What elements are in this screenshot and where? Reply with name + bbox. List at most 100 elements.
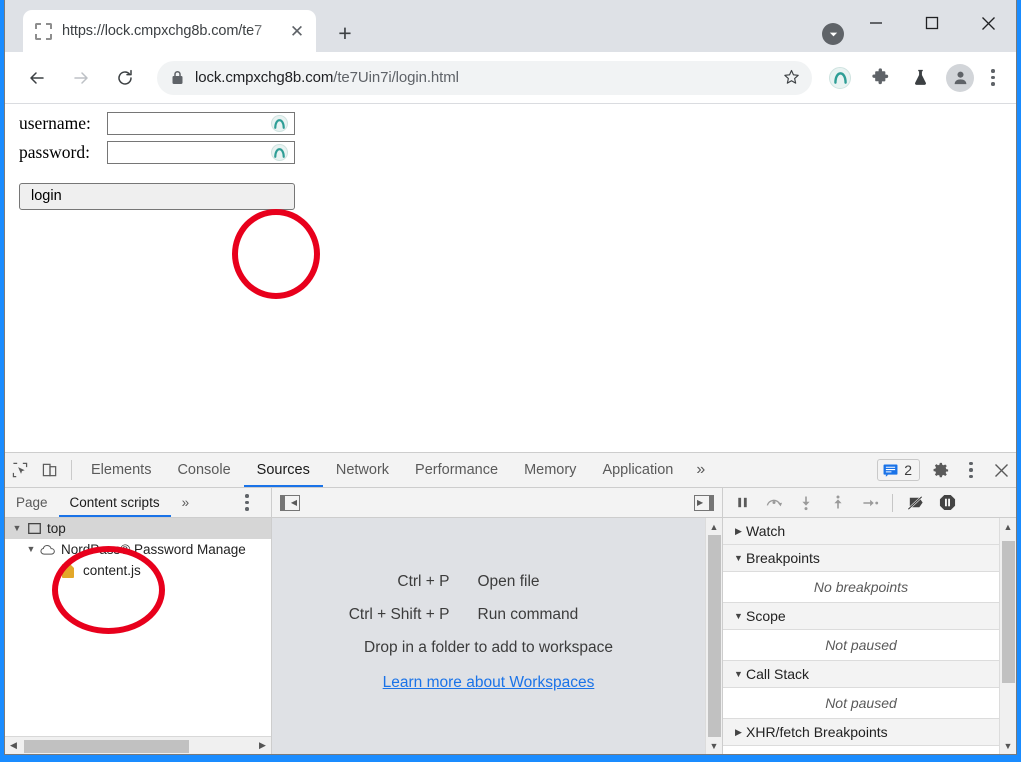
navigator-more-icon[interactable] xyxy=(223,488,271,517)
tree-item-top[interactable]: ▼ top xyxy=(5,518,271,539)
file-icon xyxy=(59,563,77,578)
tab-elements[interactable]: Elements xyxy=(78,453,164,487)
editor-vertical-scrollbar[interactable]: ▲ ▼ xyxy=(705,518,722,754)
forward-button[interactable] xyxy=(64,61,98,95)
section-scope[interactable]: ▼ Scope xyxy=(723,603,999,630)
section-call-stack[interactable]: ▼ Call Stack xyxy=(723,661,999,688)
new-tab-button[interactable]: + xyxy=(330,18,360,48)
editor-empty-state: Ctrl + P Open file Ctrl + Shift + P Run … xyxy=(272,518,722,754)
scroll-down-arrow-icon[interactable]: ▼ xyxy=(706,737,723,754)
scroll-up-arrow-icon[interactable]: ▲ xyxy=(1000,518,1017,535)
tab-search-chevron-down-icon[interactable] xyxy=(822,23,844,45)
step-out-button[interactable] xyxy=(823,490,853,516)
step-button[interactable] xyxy=(855,490,885,516)
collapse-triangle-icon[interactable]: ▼ xyxy=(731,553,746,563)
step-over-button[interactable] xyxy=(759,490,789,516)
collapse-triangle-icon[interactable]: ▶ xyxy=(731,526,746,536)
expand-triangle-icon[interactable]: ▶ xyxy=(731,727,746,737)
maximize-button[interactable] xyxy=(904,0,960,46)
section-watch[interactable]: ▶ Watch xyxy=(723,518,999,545)
shortcut-keys: Ctrl + Shift + P xyxy=(348,606,450,623)
scrollbar-track[interactable] xyxy=(706,535,723,737)
nordpass-autofill-icon[interactable] xyxy=(271,115,288,132)
page-viewport: username: password: login xyxy=(5,104,1016,452)
extensions-puzzle-icon[interactable] xyxy=(864,62,896,94)
debugger-sections: ▶ Watch ▼ Breakpoints No breakpoints ▼ S… xyxy=(723,518,1016,754)
devtools-more-icon[interactable] xyxy=(956,453,986,487)
minimize-button[interactable] xyxy=(848,0,904,46)
section-breakpoints[interactable]: ▼ Breakpoints xyxy=(723,545,999,572)
reload-button[interactable] xyxy=(108,61,142,95)
scrollbar-track[interactable] xyxy=(1000,535,1017,737)
section-title: Watch xyxy=(746,523,786,539)
inspect-element-icon[interactable] xyxy=(5,453,35,487)
experiments-flask-icon[interactable] xyxy=(904,62,936,94)
login-form: username: password: login xyxy=(19,112,295,210)
editor-toolbar: ◀ ▶ xyxy=(272,488,722,518)
scroll-left-arrow-icon[interactable]: ◀ xyxy=(5,740,22,751)
address-bar[interactable]: lock.cmpxchg8b.com/te7Uin7i/login.html xyxy=(157,60,812,95)
scroll-up-arrow-icon[interactable]: ▲ xyxy=(706,518,723,535)
username-input[interactable] xyxy=(107,112,295,135)
browser-tab[interactable]: https://lock.cmpxchg8b.com/te7 ✕ xyxy=(23,10,316,52)
pause-on-exceptions-button[interactable] xyxy=(932,490,962,516)
navigator-horizontal-scrollbar[interactable]: ◀ ▶ xyxy=(5,736,271,754)
password-row: password: xyxy=(19,141,295,164)
navigator-tab-page[interactable]: Page xyxy=(5,488,59,517)
tab-close-icon[interactable]: ✕ xyxy=(286,20,308,42)
section-xhr-fetch-breakpoints[interactable]: ▶ XHR/fetch Breakpoints xyxy=(723,719,999,746)
scrollbar-thumb[interactable] xyxy=(707,535,721,737)
devtools-close-icon[interactable] xyxy=(986,453,1016,487)
device-toolbar-icon[interactable] xyxy=(35,453,65,487)
back-button[interactable] xyxy=(20,61,54,95)
navigator-more-dots xyxy=(234,487,260,519)
expand-triangle-icon[interactable]: ▼ xyxy=(9,524,25,533)
url-path: /te7Uin7i/login.html xyxy=(333,69,459,86)
navigator-tab-content-scripts[interactable]: Content scripts xyxy=(58,488,171,517)
scrollbar-track[interactable] xyxy=(22,739,254,753)
scrollbar-thumb[interactable] xyxy=(1001,541,1015,683)
devtools-tabs-overflow-icon[interactable]: » xyxy=(686,453,715,487)
tree-item-contentjs[interactable]: content.js xyxy=(5,560,271,581)
tab-title: https://lock.cmpxchg8b.com/te7 xyxy=(62,23,263,39)
console-message-badge[interactable]: 2 xyxy=(877,459,920,481)
expand-triangle-icon[interactable]: ▼ xyxy=(23,545,39,554)
scroll-right-arrow-icon[interactable]: ▶ xyxy=(254,740,271,751)
show-navigator-toggle[interactable]: ◀ xyxy=(280,494,300,511)
settings-gear-icon[interactable] xyxy=(926,453,956,487)
scrollbar-thumb[interactable] xyxy=(24,739,189,753)
deactivate-breakpoints-button[interactable] xyxy=(900,490,930,516)
show-debugger-toggle[interactable]: ▶ xyxy=(694,494,714,511)
tab-console[interactable]: Console xyxy=(164,453,243,487)
site-security-lock-icon xyxy=(171,70,184,85)
breakpoints-empty-message: No breakpoints xyxy=(723,572,999,603)
close-button[interactable] xyxy=(960,0,1016,46)
workspaces-learn-more-link[interactable]: Learn more about Workspaces xyxy=(383,674,595,692)
collapse-triangle-icon[interactable]: ▼ xyxy=(731,611,746,621)
tab-application[interactable]: Application xyxy=(589,453,686,487)
tree-item-nordpass[interactable]: ▼ NordPass® Password Manage xyxy=(5,539,271,560)
call-stack-empty-message: Not paused xyxy=(723,688,999,719)
scroll-down-arrow-icon[interactable]: ▼ xyxy=(1000,737,1017,754)
login-button[interactable]: login xyxy=(19,183,295,210)
pause-script-button[interactable] xyxy=(727,490,757,516)
profile-avatar[interactable] xyxy=(946,63,974,92)
step-into-button[interactable] xyxy=(791,490,821,516)
shortcut-keys: Ctrl + P xyxy=(397,573,450,590)
tab-memory[interactable]: Memory xyxy=(511,453,589,487)
debugger-vertical-scrollbar[interactable]: ▲ ▼ xyxy=(999,518,1016,754)
tab-network[interactable]: Network xyxy=(323,453,402,487)
desktop-background: https://lock.cmpxchg8b.com/te7 ✕ + lock.… xyxy=(0,0,1021,762)
shortcut-run-command: Ctrl + Shift + P Run command xyxy=(310,606,668,624)
tab-sources[interactable]: Sources xyxy=(243,453,324,487)
nordpass-extension-icon[interactable] xyxy=(824,62,856,94)
tab-favicon-placeholder-icon xyxy=(35,22,52,40)
navigator-tabs-overflow-icon[interactable]: » xyxy=(171,488,201,517)
right-triangle-icon: ▶ xyxy=(697,497,704,507)
bookmark-star-icon[interactable] xyxy=(776,63,806,93)
nordpass-autofill-icon[interactable] xyxy=(271,144,288,161)
tab-performance[interactable]: Performance xyxy=(402,453,511,487)
password-input[interactable] xyxy=(107,141,295,164)
chrome-menu-icon[interactable] xyxy=(980,62,1006,94)
collapse-triangle-icon[interactable]: ▼ xyxy=(731,669,746,679)
